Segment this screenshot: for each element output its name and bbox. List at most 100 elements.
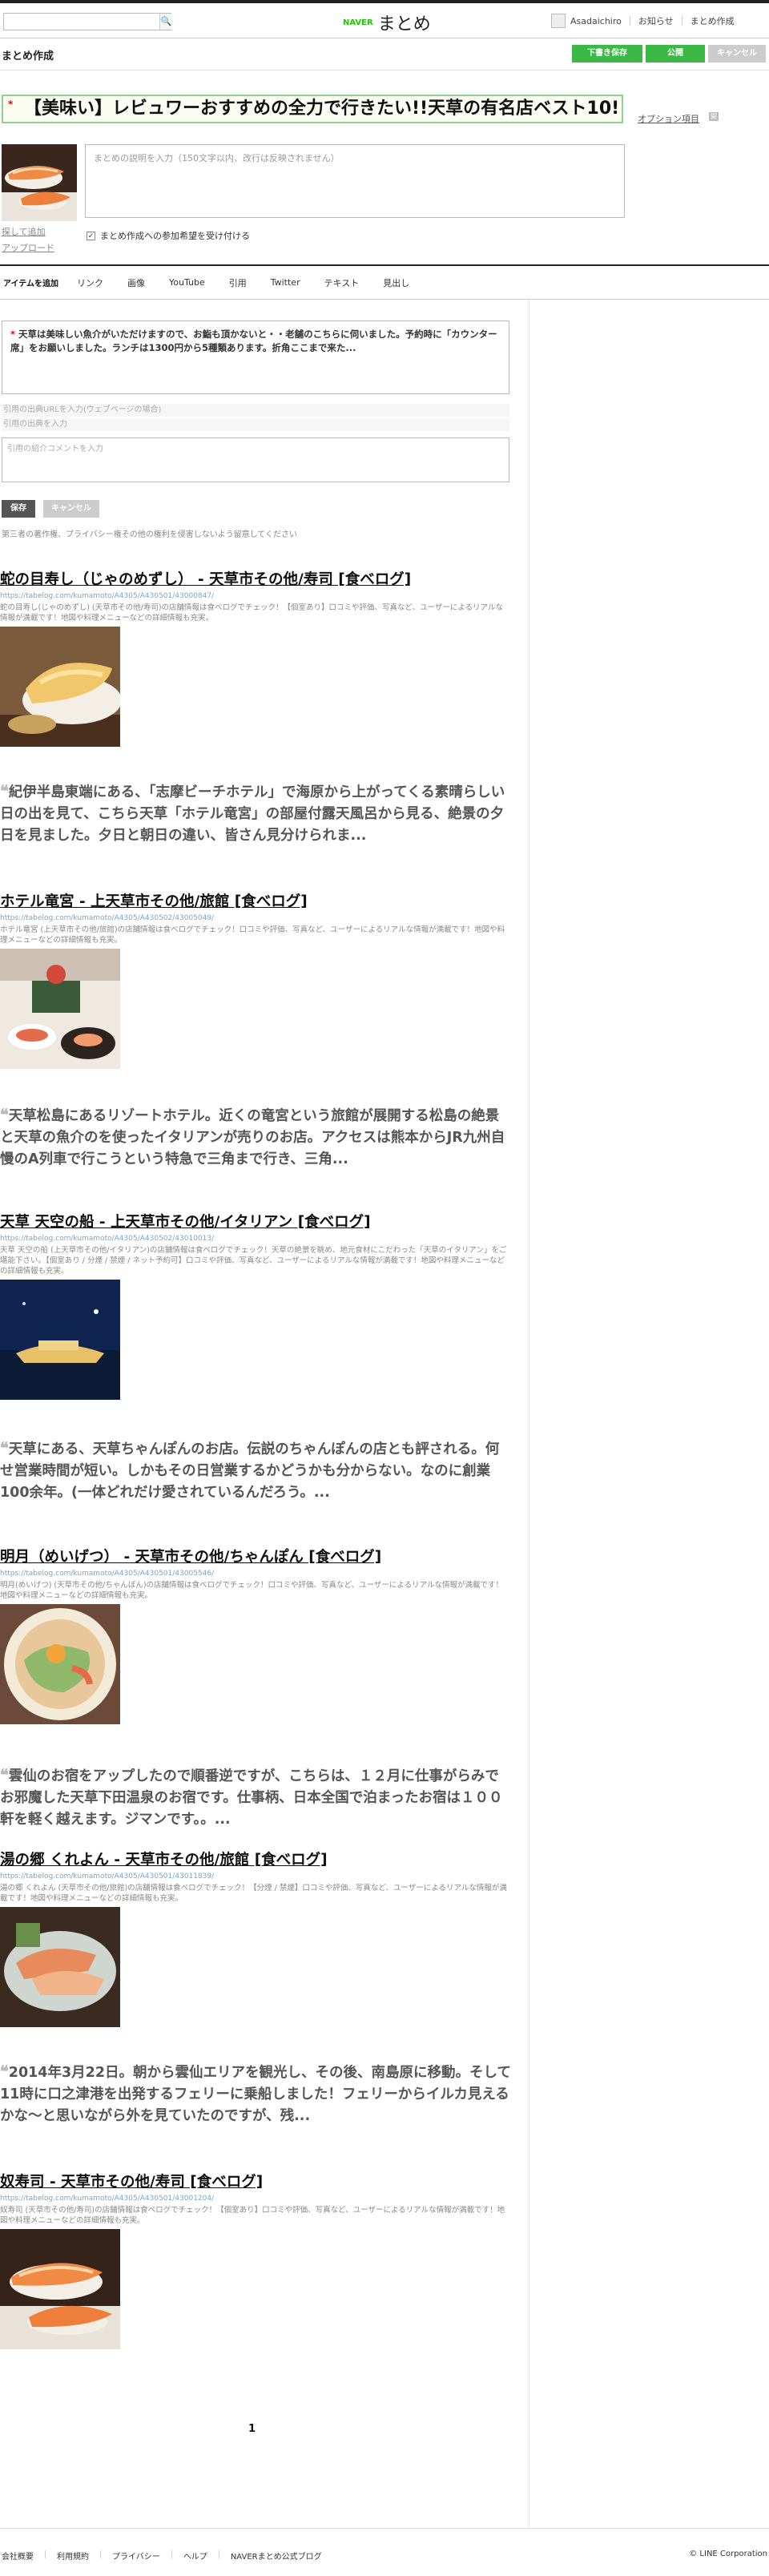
quote-text: 天草は美味しい魚介がいただけますので、お鮨も頂かないと・・老舗のこちらに伺いまし… <box>10 329 497 353</box>
copyright-notice: 第三者の著作権、プライバシー権その他の権利を侵害しないよう留意してください <box>2 530 297 539</box>
footer-link-help[interactable]: ヘルプ <box>183 2550 207 2562</box>
user-name-link[interactable]: Asadaichiro <box>570 16 622 26</box>
link-title[interactable]: 奴寿司 - 天草市その他/寿司 [食べログ] <box>0 2173 513 2192</box>
tab-image[interactable]: 画像 <box>115 276 157 289</box>
copyright: © LINE Corporation <box>689 2550 767 2558</box>
checkbox-checked[interactable]: ✓ <box>87 231 95 240</box>
link-item: 明月（めいげつ） - 天草市その他/ちゃんぽん [食べログ] https://t… <box>0 1548 513 1724</box>
collaboration-label: まとめ作成への参加希望を受け付ける <box>100 231 250 241</box>
footer-link-privacy[interactable]: プライバシー <box>112 2550 160 2562</box>
footer-link-company[interactable]: 会社概要 <box>0 2550 34 2562</box>
footer-link-terms[interactable]: 利用規約 <box>57 2550 89 2562</box>
quote-icon: ❝ <box>0 781 9 800</box>
comment-placeholder: 引用の紹介コメントを入力 <box>7 445 103 454</box>
required-mark: * <box>10 329 16 340</box>
link-item: 天草 天空の船 - 上天草市その他/イタリアン [食べログ] https://t… <box>0 1213 513 1400</box>
source-url-input[interactable]: 引用の出典URLを入力(ウェブページの場合) <box>2 404 509 417</box>
quote-item: ❝天草松島にあるリゾートホテル。近くの竜宮という旅館が展開する松島の絶景と天草の… <box>0 1104 513 1171</box>
tab-heading[interactable]: 見出し <box>371 276 421 289</box>
naver-matome-logo[interactable]: NAVER まとめ <box>343 13 431 34</box>
link-url[interactable]: https://tabelog.com/kumamoto/A4305/A4305… <box>0 1234 513 1244</box>
kaiseki-image <box>0 949 120 1069</box>
quote-icon: ❝ <box>0 1105 9 1124</box>
create-matome-link[interactable]: まとめ作成 <box>690 14 735 27</box>
link-url[interactable]: https://tabelog.com/kumamoto/A4305/A4305… <box>0 1872 513 1881</box>
divider <box>45 2550 46 2558</box>
thumbnail-actions[interactable]: 探して追加 アップロード <box>2 224 54 256</box>
link-url[interactable]: https://tabelog.com/kumamoto/A4305/A4305… <box>0 2194 513 2203</box>
global-header: 🔍 NAVER まとめ Asadaichiro お知らせ まとめ作成 <box>0 0 769 38</box>
quote-icon: ❝ <box>0 2062 9 2081</box>
link-title[interactable]: 湯の郷 くれよん - 天草市その他/旅館 [食べログ] <box>0 1851 513 1870</box>
link-url[interactable]: https://tabelog.com/kumamoto/A4305/A4305… <box>0 913 513 923</box>
link-title[interactable]: ホテル竜宮 - 上天草市その他/旅館 [食べログ] <box>0 893 513 912</box>
matome-title-text: 【美味い】レビュワーおすすめの全力で行きたい!!天草の有名店ベスト10! <box>24 99 620 119</box>
matome-title-input[interactable]: * 【美味い】レビュワーおすすめの全力で行きたい!!天草の有名店ベスト10! <box>2 95 623 123</box>
link-item: ホテル竜宮 - 上天草市その他/旅館 [食べログ] https://tabelo… <box>0 893 513 1069</box>
link-image[interactable] <box>0 1280 120 1400</box>
source-input[interactable]: 引用の出典を入力 <box>2 418 509 431</box>
shrimp-sushi-thumbnail <box>2 144 77 221</box>
editor-toolbar: まとめ作成 下書き保存 公開 キャンセル <box>0 40 769 71</box>
link-image[interactable] <box>0 949 120 1069</box>
tab-text[interactable]: テキスト <box>312 276 372 289</box>
quote-text: 天草にある、天草ちゃんぽんのお店。伝説のちゃんぽんの店とも評される。何せ営業時間… <box>0 1441 500 1501</box>
required-mark: * <box>8 99 14 110</box>
quote-icon: ❝ <box>0 1765 9 1784</box>
link-description: 湯の郷 くれよん (天草市その他/旅館)の店舗情報は食べログでチェック！【分煙 … <box>0 1884 507 1903</box>
divider <box>100 2550 101 2558</box>
option-items-link[interactable]: オプション項目 <box>638 112 699 125</box>
tab-link[interactable]: リンク <box>65 276 115 289</box>
quote-comment-textarea[interactable]: 引用の紹介コメントを入力 <box>2 437 509 482</box>
quote-item: ❝紀伊半島東端にある、「志摩ビーチホテル」で海原から上がってくる素晴らしい日の出… <box>0 780 513 847</box>
description-textarea[interactable]: まとめの説明を入力（150文字以内、改行は反映されません） <box>85 144 625 218</box>
quote-text: 2014年3月22日。朝から雲仙エリアを観光し、その後、南島原に移動。そして11… <box>0 2065 511 2124</box>
divider <box>171 2550 172 2558</box>
link-title[interactable]: 明月（めいげつ） - 天草市その他/ちゃんぽん [食べログ] <box>0 1548 513 1567</box>
publish-button[interactable]: 公開 <box>646 45 705 62</box>
cancel-edit-button[interactable]: キャンセル <box>43 500 99 518</box>
sushi-egg-image <box>0 627 120 747</box>
quote-item: ❝2014年3月22日。朝から雲仙エリアを観光し、その後、南島原に移動。そして1… <box>0 2061 513 2127</box>
add-item-label: アイテムを追加 <box>3 280 58 288</box>
link-title[interactable]: 天草 天空の船 - 上天草市その他/イタリアン [食べログ] <box>0 1213 513 1232</box>
quote-icon: ❝ <box>0 1438 9 1457</box>
link-url[interactable]: https://tabelog.com/kumamoto/A4305/A4305… <box>0 1569 513 1578</box>
quote-textarea[interactable]: * 天草は美味しい魚介がいただけますので、お鮨も頂かないと・・老舗のこちらに伺い… <box>2 320 509 394</box>
link-title[interactable]: 蛇の目寿し（じゃのめずし） - 天草市その他/寿司 [食べログ] <box>0 570 513 590</box>
tab-quote[interactable]: 引用 <box>217 276 259 289</box>
link-url[interactable]: https://tabelog.com/kumamoto/A4305/A4305… <box>0 591 513 601</box>
night-ship-image <box>0 1280 120 1400</box>
search-input[interactable]: 🔍 <box>3 13 172 30</box>
quote-text: 紀伊半島東端にある、「志摩ビーチホテル」で海原から上がってくる素晴らしい日の出を… <box>0 784 505 844</box>
collaboration-checkbox-row[interactable]: ✓ まとめ作成への参加希望を受け付ける <box>87 229 250 242</box>
avatar[interactable] <box>551 14 566 28</box>
link-image[interactable] <box>0 1907 120 2027</box>
quote-text: 天草松島にあるリゾートホテル。近くの竜宮という旅館が展開する松島の絶景と天草の魚… <box>0 1108 505 1167</box>
expand-icon[interactable]: 開 <box>709 112 719 121</box>
link-description: 明月(めいげつ) (天草市その他/ちゃんぽん)の店舗情報は食べログでチェック！口… <box>0 1581 504 1600</box>
quote-item: ❝天草にある、天草ちゃんぽんのお店。伝説のちゃんぽんの店とも評される。何せ営業時… <box>0 1437 513 1504</box>
add-item-tabs: アイテムを追加 リンク 画像 YouTube 引用 Twitter テキスト 見… <box>0 264 769 300</box>
thumbnail-image[interactable] <box>2 144 77 221</box>
logo-naver: NAVER <box>343 18 373 27</box>
user-nav: Asadaichiro お知らせ まとめ作成 <box>551 14 735 28</box>
cancel-button[interactable]: キャンセル <box>708 45 766 62</box>
description-placeholder: まとめの説明を入力（150文字以内、改行は反映されません） <box>94 153 340 163</box>
link-image[interactable] <box>0 1604 120 1724</box>
footer-link-blog[interactable]: NAVERまとめ公式ブログ <box>231 2550 322 2562</box>
save-draft-button[interactable]: 下書き保存 <box>572 45 642 62</box>
notifications-link[interactable]: お知らせ <box>638 14 674 27</box>
tab-youtube[interactable]: YouTube <box>157 277 217 288</box>
search-icon[interactable]: 🔍 <box>159 14 172 30</box>
quote-text: 雲仙のお宿をアップしたので順番逆ですが、こちらは、１２月に仕事がらみでお邪魔した… <box>0 1768 503 1828</box>
pagination-current[interactable]: 1 <box>248 2423 256 2435</box>
link-image[interactable] <box>0 2229 120 2349</box>
link-description: 天草 天空の船 (上天草市その他/イタリアン)の店舗情報は食べログでチェック！天… <box>0 1246 507 1276</box>
link-item: 奴寿司 - 天草市その他/寿司 [食べログ] https://tabelog.c… <box>0 2173 513 2349</box>
save-button[interactable]: 保存 <box>2 500 35 518</box>
link-item: 湯の郷 くれよん - 天草市その他/旅館 [食べログ] https://tabe… <box>0 1851 513 2027</box>
tab-twitter[interactable]: Twitter <box>259 277 312 288</box>
link-image[interactable] <box>0 627 120 747</box>
footer: 会社概要 利用規約 プライバシー ヘルプ NAVERまとめ公式ブログ © LIN… <box>0 2528 769 2576</box>
